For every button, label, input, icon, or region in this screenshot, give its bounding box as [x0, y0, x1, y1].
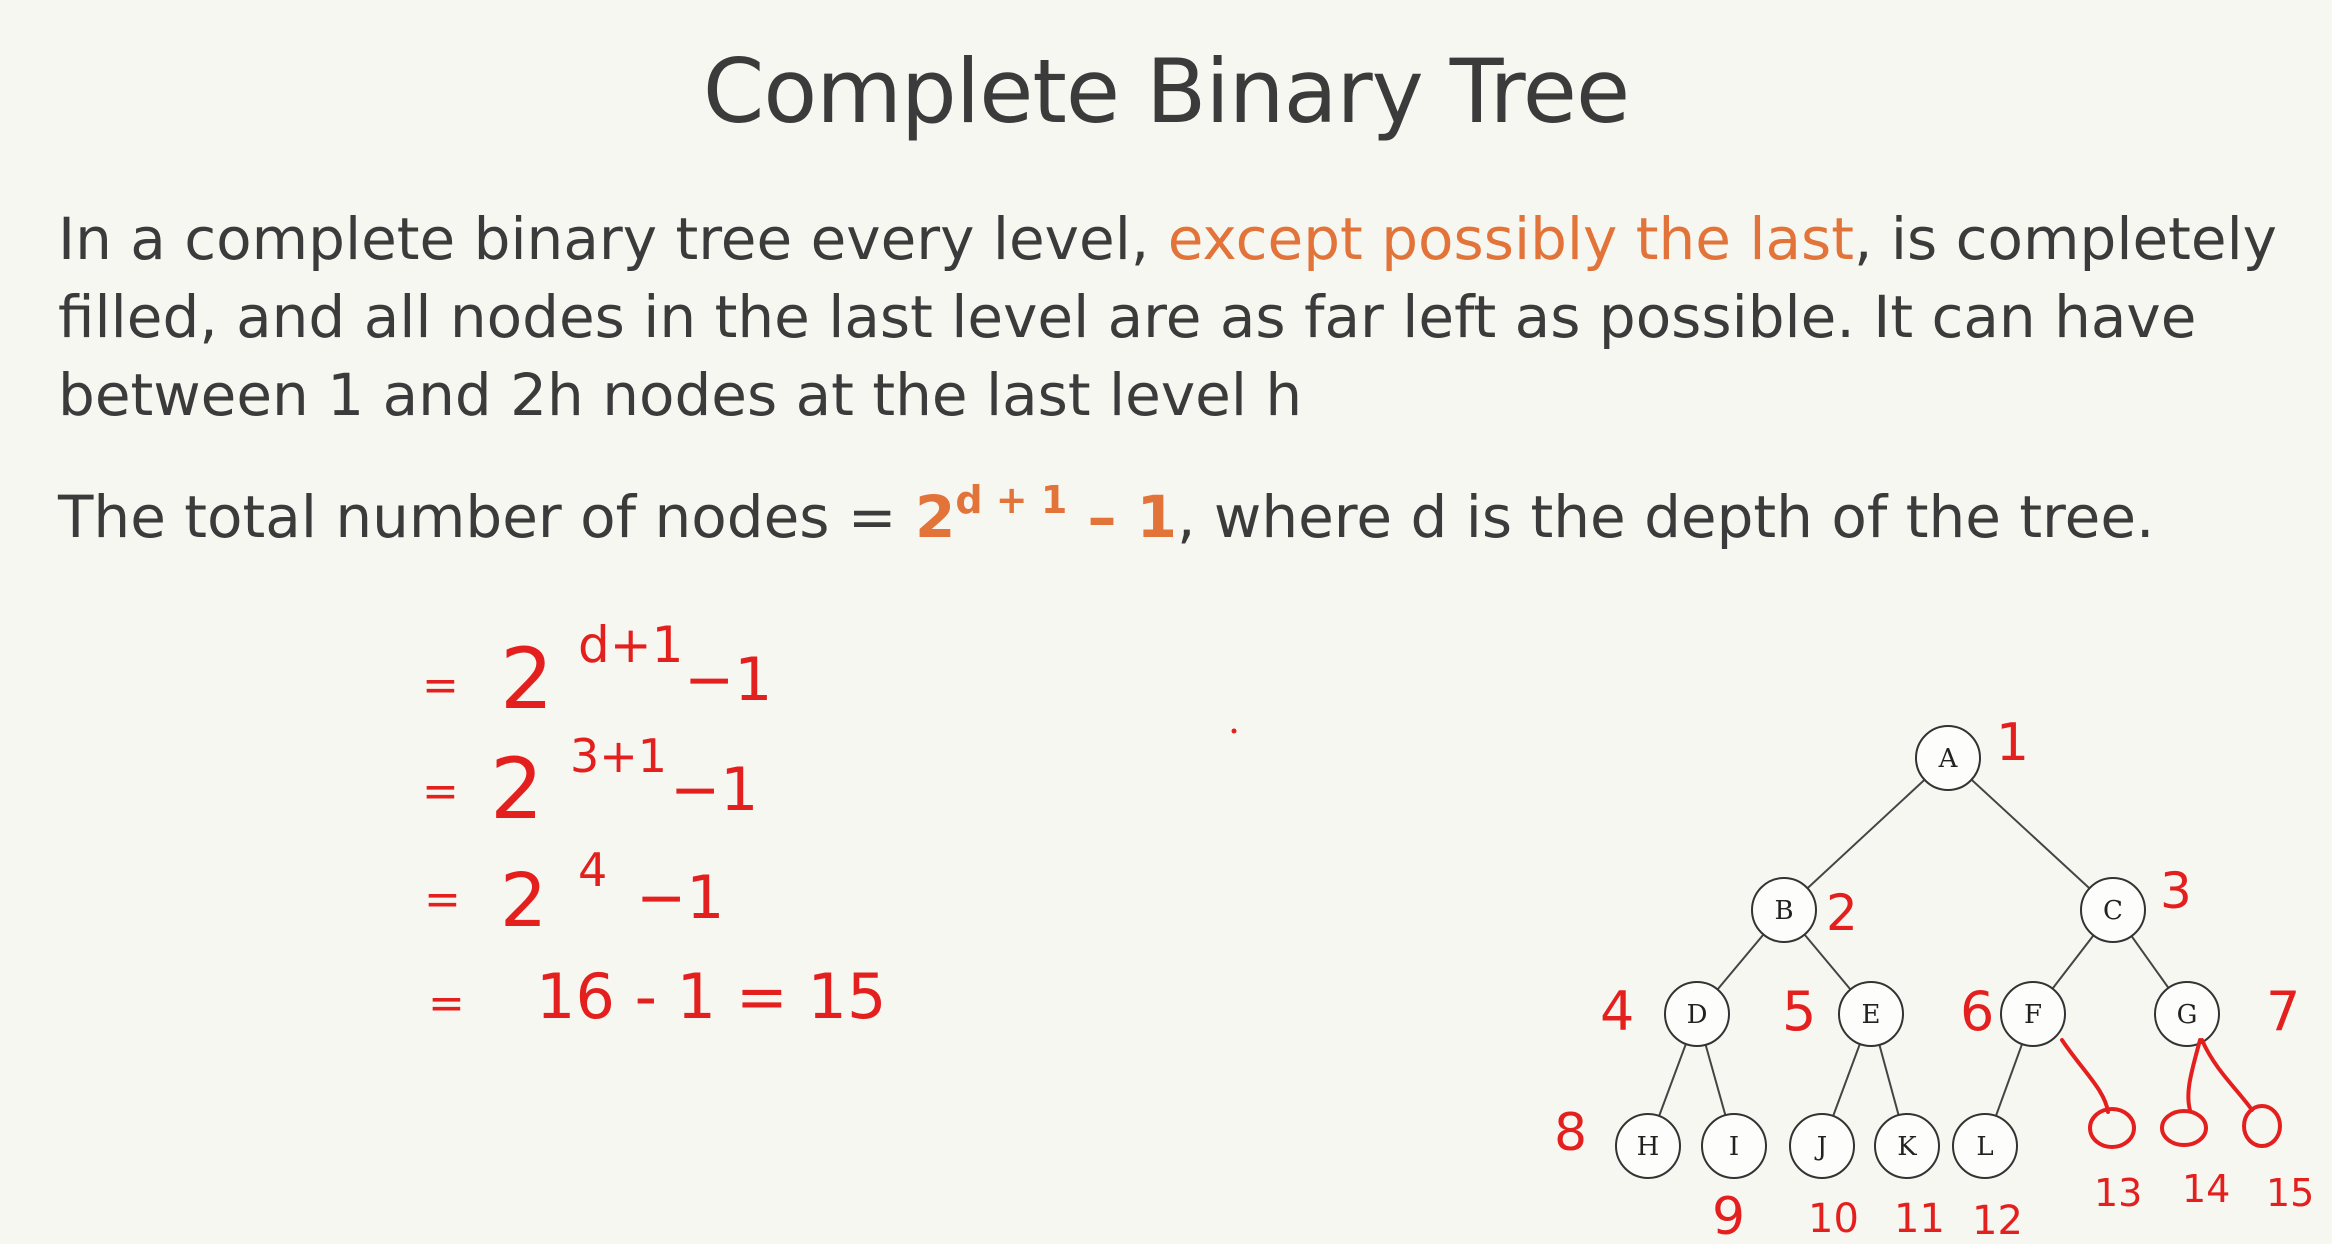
tree-node-a: A — [1915, 725, 1981, 791]
index-label-8: 8 — [1554, 1103, 1587, 1163]
tree-node-l: L — [1952, 1113, 2018, 1179]
index-label-1: 1 — [1996, 713, 2029, 773]
calc-line-2-exp: 3+1 — [570, 729, 667, 783]
tree-node-f: F — [2000, 981, 2066, 1047]
calc-line-1-tail: −1 — [684, 645, 772, 715]
calc-line-3-eq: = — [424, 874, 461, 925]
index-label-11: 11 — [1894, 1196, 1945, 1242]
svg-text:I: I — [1729, 1132, 1739, 1162]
ink-empty-node-15 — [2242, 1104, 2282, 1148]
svg-text:G: G — [2177, 1000, 2198, 1030]
calc-line-4-eq: = — [428, 978, 465, 1029]
svg-text:B: B — [1774, 896, 1793, 926]
tree-node-g: G — [2154, 981, 2220, 1047]
svg-text:H: H — [1637, 1132, 1660, 1162]
calc-line-1-exp: d+1 — [578, 616, 683, 674]
calc-line-2-tail: −1 — [670, 755, 758, 825]
tree-node-c: C — [2080, 877, 2146, 943]
tree-node-h: H — [1615, 1113, 1681, 1179]
svg-text:C: C — [2103, 896, 2123, 926]
tree-node-i: I — [1701, 1113, 1767, 1179]
calc-line-2: = 2 3+1 −1 — [422, 729, 758, 838]
slide: Complete Binary Tree In a complete binar… — [0, 0, 2332, 1244]
index-label-3: 3 — [2160, 862, 2192, 920]
calc-line-3: = 2 4 −1 — [424, 843, 724, 944]
annotation-canvas: = 2 d+1 −1 = 2 3+1 −1 = 2 4 −1 = 16 - 1 … — [422, 616, 2314, 1244]
svg-text:F: F — [2024, 1000, 2042, 1030]
index-label-6: 6 — [1960, 980, 1994, 1043]
svg-text:E: E — [1862, 1000, 1881, 1030]
index-label-2: 2 — [1826, 884, 1858, 942]
svg-text:J: J — [1814, 1132, 1827, 1162]
ink-edge-g-15 — [2200, 1038, 2254, 1112]
tree-node-d: D — [1664, 981, 1730, 1047]
calc-line-3-base: 2 — [500, 858, 547, 944]
calc-line-4-expr: 16 - 1 = 15 — [536, 960, 886, 1033]
ink-empty-node-13 — [2088, 1107, 2136, 1149]
calc-line-1-eq: = — [422, 660, 459, 711]
index-label-15: 15 — [2266, 1171, 2314, 1215]
tree-node-e: E — [1838, 981, 1904, 1047]
index-label-4: 4 — [1600, 980, 1634, 1043]
tree-node-b: B — [1751, 877, 1817, 943]
index-label-12: 12 — [1972, 1198, 2023, 1244]
calc-line-2-base: 2 — [490, 740, 543, 838]
ink-empty-node-14 — [2160, 1109, 2208, 1147]
tree-edges — [1647, 757, 2188, 1147]
handwritten-calculation: = 2 d+1 −1 = 2 3+1 −1 = 2 4 −1 = 16 - 1 … — [422, 616, 1237, 1033]
calc-line-1-base: 2 — [500, 630, 553, 728]
svg-text:K: K — [1897, 1132, 1917, 1162]
calc-line-3-exp: 4 — [578, 843, 607, 897]
ink-edge-g-14 — [2186, 1038, 2202, 1112]
edge-a-b — [1783, 757, 1949, 911]
stray-ink-dot — [1231, 728, 1237, 734]
handwritten-empty-nodes — [2060, 1038, 2282, 1149]
calc-line-2-eq: = — [422, 766, 459, 817]
index-label-13: 13 — [2094, 1171, 2142, 1215]
calc-line-1: = 2 d+1 −1 — [422, 616, 772, 728]
calc-line-4: = 16 - 1 = 15 — [428, 960, 886, 1033]
index-label-10: 10 — [1808, 1196, 1859, 1242]
ink-edge-f-13 — [2060, 1038, 2110, 1114]
index-label-5: 5 — [1782, 980, 1816, 1043]
index-label-7: 7 — [2266, 980, 2300, 1043]
svg-text:A: A — [1938, 744, 1959, 774]
calc-line-3-tail: −1 — [636, 863, 724, 933]
svg-text:L: L — [1976, 1132, 1993, 1162]
tree-nodes: A B C D E F G H I J K L — [1615, 725, 2220, 1179]
svg-text:D: D — [1687, 1000, 1708, 1030]
tree-node-j: J — [1789, 1113, 1855, 1179]
index-label-9: 9 — [1712, 1187, 1745, 1244]
edge-a-c — [1947, 757, 2114, 911]
index-label-14: 14 — [2182, 1167, 2230, 1211]
tree-node-k: K — [1874, 1113, 1940, 1179]
